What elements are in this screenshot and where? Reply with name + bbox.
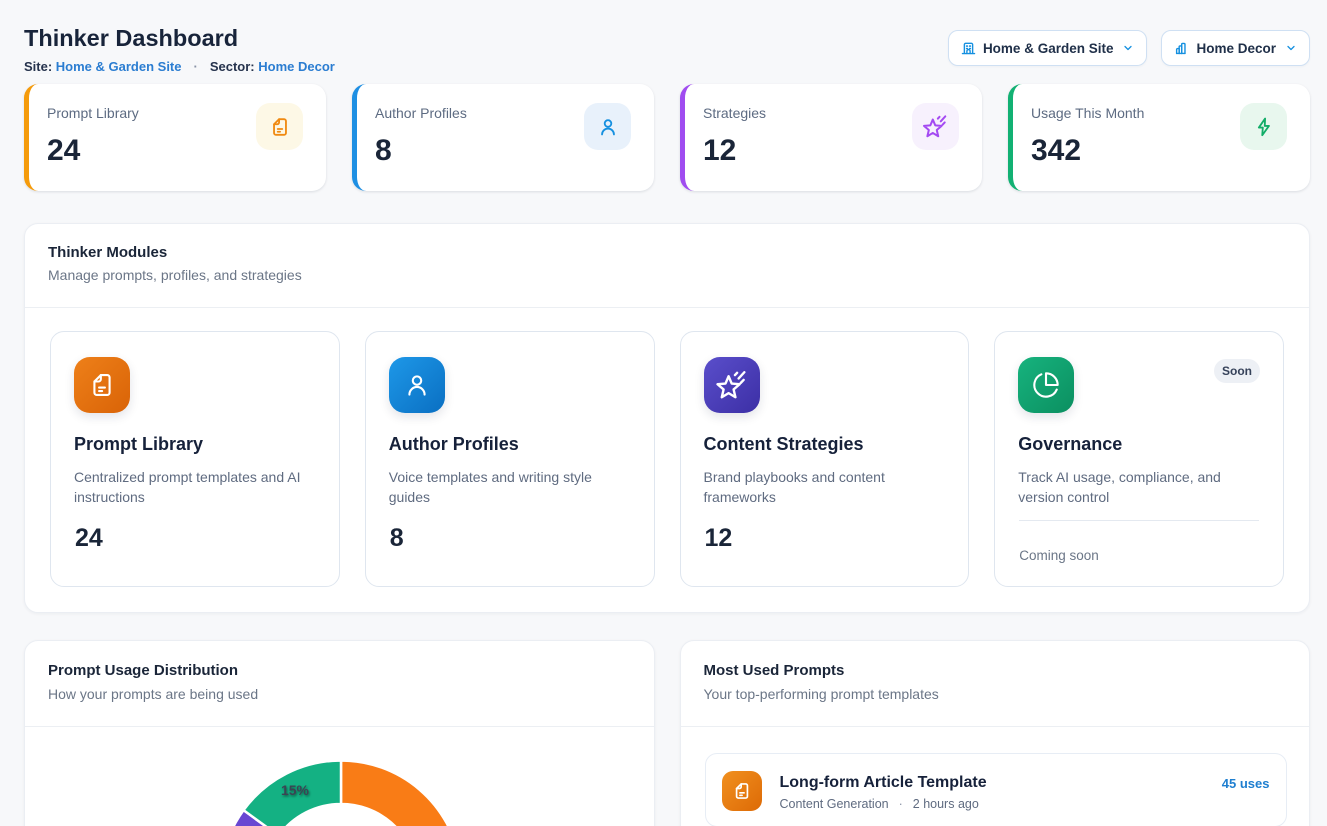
- svg-text:15%: 15%: [281, 782, 310, 798]
